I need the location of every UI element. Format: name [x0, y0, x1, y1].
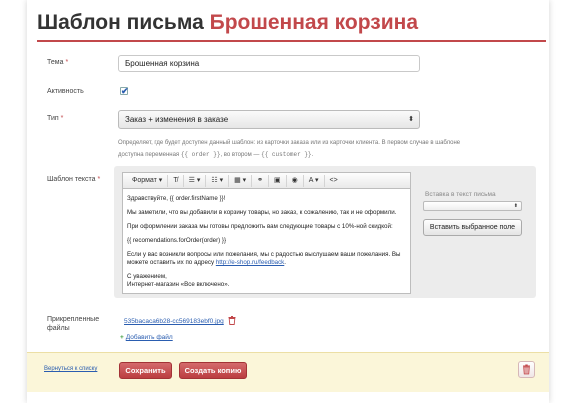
- insert-field-button[interactable]: Вставить выбранное поле: [423, 219, 522, 236]
- numbered-list-icon[interactable]: ☷ ▾: [206, 174, 230, 187]
- subject-label-text: Тема: [47, 59, 64, 66]
- subject-input[interactable]: Брошенная корзина: [118, 55, 420, 72]
- template-editor[interactable]: Здравствуйте, {{ order.firstName }}! Мы …: [122, 188, 411, 294]
- files-label: Прикрепленные файлы: [47, 315, 99, 333]
- required-marker: *: [65, 59, 69, 66]
- video-icon[interactable]: ◉: [287, 174, 304, 187]
- text-color-icon[interactable]: A ▾: [304, 174, 325, 187]
- page-title: Шаблон письма Брошенная корзина: [37, 10, 546, 36]
- editor-paragraph-4: Если у вас возникли вопросы или пожелани…: [127, 251, 406, 267]
- editor-sign-1: С уважением,: [127, 273, 167, 280]
- type-help-text: Определяет, где будет доступен данный ша…: [118, 138, 483, 161]
- source-code-icon[interactable]: <>: [325, 175, 343, 187]
- editor-p4-line1: Если у вас возникли вопросы или пожелани…: [127, 251, 401, 258]
- help-end: .: [311, 152, 314, 158]
- select-updown-icon: ⬍: [513, 203, 518, 209]
- delete-file-icon[interactable]: [228, 316, 236, 325]
- table-icon[interactable]: ▦ ▾: [229, 174, 253, 187]
- help-var-order: {{ order }}: [180, 151, 221, 158]
- footer-bar: [27, 352, 549, 392]
- files-label-line2: файлы: [47, 325, 70, 332]
- save-button[interactable]: Сохранить: [119, 362, 172, 379]
- type-select-value: Заказ + изменения в заказе: [125, 115, 229, 124]
- delete-button[interactable]: [518, 361, 535, 378]
- insert-field-label: Вставка в текст письма: [425, 191, 496, 198]
- required-marker: *: [60, 115, 64, 122]
- editor-signature: С уважением, Интернет-магазин «Все включе…: [127, 273, 406, 289]
- type-label-text: Тип: [47, 115, 59, 122]
- feedback-link[interactable]: http://e-shop.ru/feedback: [216, 259, 284, 266]
- add-file-label: Добавить файл: [125, 334, 173, 341]
- create-copy-button[interactable]: Создать копию: [179, 362, 247, 379]
- editor-paragraph-2: При оформлении заказа мы готовы предложи…: [127, 223, 393, 230]
- files-label-line1: Прикрепленные: [47, 316, 100, 323]
- editor-p4-prefix: можете оставить их по адресу: [127, 259, 215, 266]
- help-var-customer: {{ customer }}: [261, 151, 312, 158]
- page-header: Шаблон письма Брошенная корзина: [37, 10, 546, 42]
- editor-sign-2: Интернет-магазин «Все включено».: [127, 281, 230, 288]
- editor-p4-end: .: [284, 259, 287, 266]
- active-checkbox[interactable]: ✔: [120, 87, 129, 96]
- help-mid: , во втором —: [220, 152, 260, 158]
- trash-icon: [523, 364, 530, 375]
- attached-file-link[interactable]: 535bacaca6b28-cc569183ebf0.jpg: [124, 318, 224, 325]
- type-help-line2: доступна переменная {{ order }}, во втор…: [118, 149, 483, 161]
- plus-icon: +: [120, 334, 124, 341]
- editor-paragraph-1: Мы заметили, что вы добавили в корзину т…: [127, 209, 397, 216]
- editor-greeting: Здравствуйте, {{ order.firstName }}!: [127, 195, 226, 202]
- editor-toolbar: Формат ▾ T̸ ☰ ▾ ☷ ▾ ▦ ▾ ⚭ ▣ ◉ A ▾ <>: [122, 172, 411, 188]
- subject-label: Тема *: [47, 59, 68, 66]
- type-select[interactable]: Заказ + изменения в заказе ⬍: [118, 110, 420, 129]
- template-label: Шаблон текста *: [47, 176, 100, 183]
- select-updown-icon: ⬍: [408, 116, 414, 123]
- insert-field-select[interactable]: ⬍: [423, 201, 522, 211]
- back-to-list-link[interactable]: Вернуться к списку: [44, 366, 97, 372]
- page-title-prefix: Шаблон письма: [37, 11, 204, 34]
- bullet-list-icon[interactable]: ☰ ▾: [184, 174, 207, 187]
- page-title-accent: Брошенная корзина: [209, 11, 418, 34]
- link-icon[interactable]: ⚭: [252, 174, 270, 187]
- active-label: Активность: [47, 88, 84, 95]
- clear-format-icon[interactable]: T̸: [168, 174, 184, 187]
- required-marker: *: [97, 176, 101, 183]
- help-prefix: доступна переменная: [118, 152, 180, 158]
- editor-paragraph-3: {{ recomendations.forOrder(order) }}: [127, 237, 227, 244]
- image-icon[interactable]: ▣: [269, 174, 287, 187]
- template-label-text: Шаблон текста: [47, 176, 96, 183]
- type-label: Тип *: [47, 115, 63, 122]
- format-dropdown[interactable]: Формат ▾: [127, 174, 169, 187]
- add-file-link[interactable]: + Добавить файл: [120, 334, 173, 341]
- type-help-line1: Определяет, где будет доступен данный ша…: [118, 140, 461, 146]
